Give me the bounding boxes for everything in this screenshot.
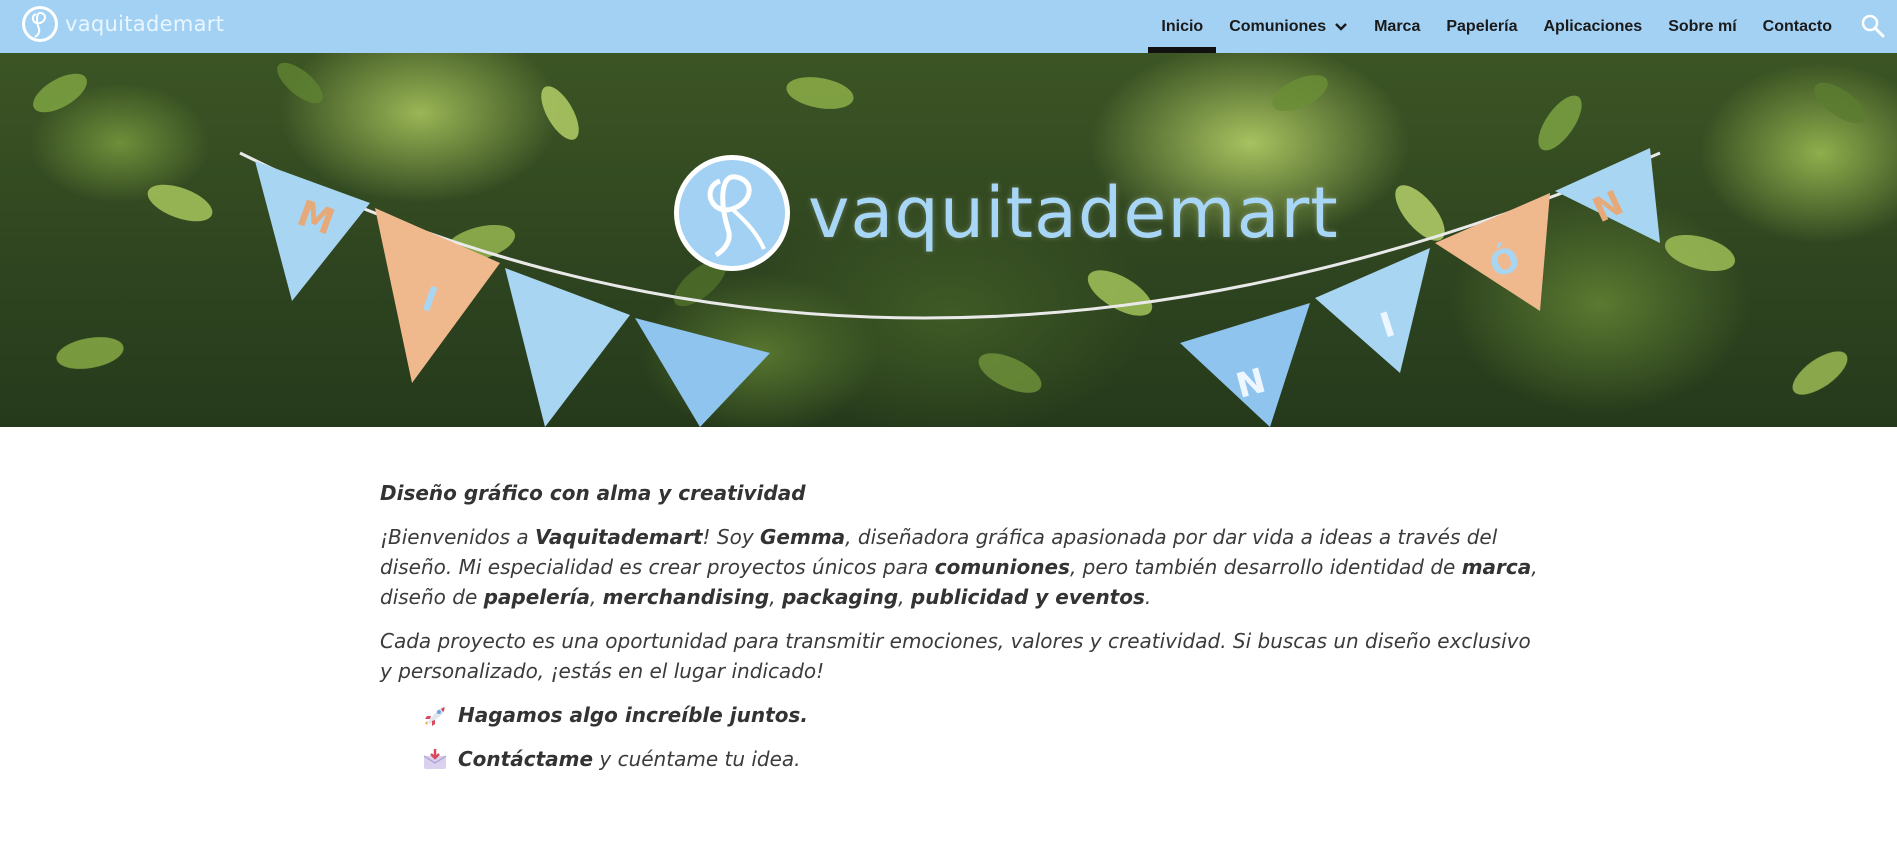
main-nav: Inicio Comuniones Marca Papelería Aplica… xyxy=(1148,0,1845,53)
nav-item-inicio[interactable]: Inicio xyxy=(1148,0,1216,53)
nav-item-label: Papelería xyxy=(1446,17,1518,35)
nav-item-label: Sobre mí xyxy=(1668,17,1737,35)
site-logo[interactable]: vaquitademart xyxy=(21,5,224,43)
top-navbar: vaquitademart Inicio Comuniones Marca Pa… xyxy=(0,0,1897,53)
hero-logo-text: vaquitademart xyxy=(808,172,1339,254)
rocket-icon xyxy=(425,706,446,726)
list-item: Hagamos algo increíble juntos. xyxy=(422,700,1540,730)
intro-paragraph: ¡Bienvenidos a Vaquitademart! Soy Gemma,… xyxy=(380,525,1538,609)
nav-item-label: Contacto xyxy=(1762,17,1832,35)
nav-item-label: Inicio xyxy=(1161,17,1204,35)
inbox-icon xyxy=(423,749,447,769)
list-item-text: Hagamos algo increíble juntos. xyxy=(458,703,808,727)
nav-item-papeleria[interactable]: Papelería xyxy=(1433,0,1530,53)
nav-item-label: Marca xyxy=(1374,17,1421,35)
list-item-text: Contáctame y cuéntame tu idea. xyxy=(458,747,801,771)
hero-logo: vaquitademart xyxy=(672,153,1339,273)
nav-item-comuniones[interactable]: Comuniones xyxy=(1216,0,1361,53)
nav-item-contacto[interactable]: Contacto xyxy=(1750,0,1845,53)
nav-item-label: Comuniones xyxy=(1229,17,1327,35)
content-heading: Diseño gráfico con alma y creatividad xyxy=(380,481,806,505)
nav-item-marca[interactable]: Marca xyxy=(1361,0,1433,53)
hero-logo-icon xyxy=(674,155,790,271)
logo-icon xyxy=(22,6,58,42)
nav-item-aplicaciones[interactable]: Aplicaciones xyxy=(1531,0,1656,53)
search-icon[interactable] xyxy=(1859,12,1887,40)
chevron-down-icon[interactable] xyxy=(1334,22,1348,32)
nav-item-label: Aplicaciones xyxy=(1543,17,1643,35)
hero-banner: M I N I Ó N vaquitademart xyxy=(0,53,1897,427)
site-logo-text: vaquitademart xyxy=(65,12,225,36)
secondary-paragraph: Cada proyecto es una oportunidad para tr… xyxy=(380,629,1531,683)
main-content: Diseño gráfico con alma y creatividad ¡B… xyxy=(380,478,1540,788)
nav-item-sobre-mi[interactable]: Sobre mí xyxy=(1655,0,1749,53)
list-item: Contáctame y cuéntame tu idea. xyxy=(422,744,1540,774)
